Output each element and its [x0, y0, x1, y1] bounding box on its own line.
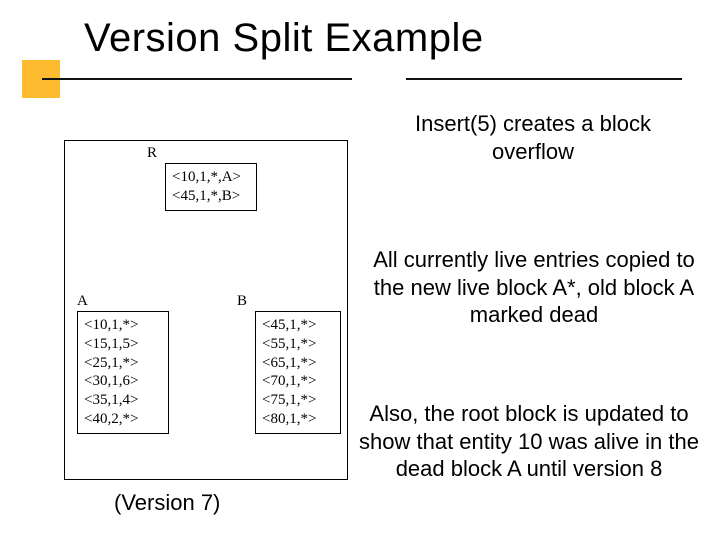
entry: <10,1,*> — [84, 316, 162, 335]
paragraph-1: Insert(5) creates a block overflow — [374, 110, 692, 165]
entry: <80,1,*> — [262, 410, 334, 429]
figure-frame: R <10,1,*,A> <45,1,*,B> A <10,1,*> <15,1… — [64, 140, 348, 480]
entry: <45,1,*> — [262, 316, 334, 335]
entry: <30,1,6> — [84, 372, 162, 391]
entry: <65,1,*> — [262, 354, 334, 373]
entry: <25,1,*> — [84, 354, 162, 373]
slide-title: Version Split Example — [84, 16, 484, 61]
entry: <70,1,*> — [262, 372, 334, 391]
entry: <10,1,*,A> — [172, 168, 250, 187]
entry: <55,1,*> — [262, 335, 334, 354]
entry: <75,1,*> — [262, 391, 334, 410]
box-label-b: B — [237, 293, 247, 310]
entry: <35,1,4> — [84, 391, 162, 410]
entry: <40,2,*> — [84, 410, 162, 429]
entry: <45,1,*,B> — [172, 187, 250, 206]
slide: Version Split Example R <10,1,*,A> <45,1… — [0, 0, 720, 540]
box-label-r: R — [147, 145, 157, 162]
figure-caption: (Version 7) — [114, 490, 220, 516]
box-a: <10,1,*> <15,1,5> <25,1,*> <30,1,6> <35,… — [77, 311, 169, 434]
box-r: <10,1,*,A> <45,1,*,B> — [165, 163, 257, 211]
paragraph-3: Also, the root block is updated to show … — [348, 400, 710, 483]
box-b: <45,1,*> <55,1,*> <65,1,*> <70,1,*> <75,… — [255, 311, 341, 434]
box-label-a: A — [77, 293, 88, 310]
title-underline-gap — [352, 70, 406, 86]
paragraph-2: All currently live entries copied to the… — [356, 246, 712, 329]
entry: <15,1,5> — [84, 335, 162, 354]
